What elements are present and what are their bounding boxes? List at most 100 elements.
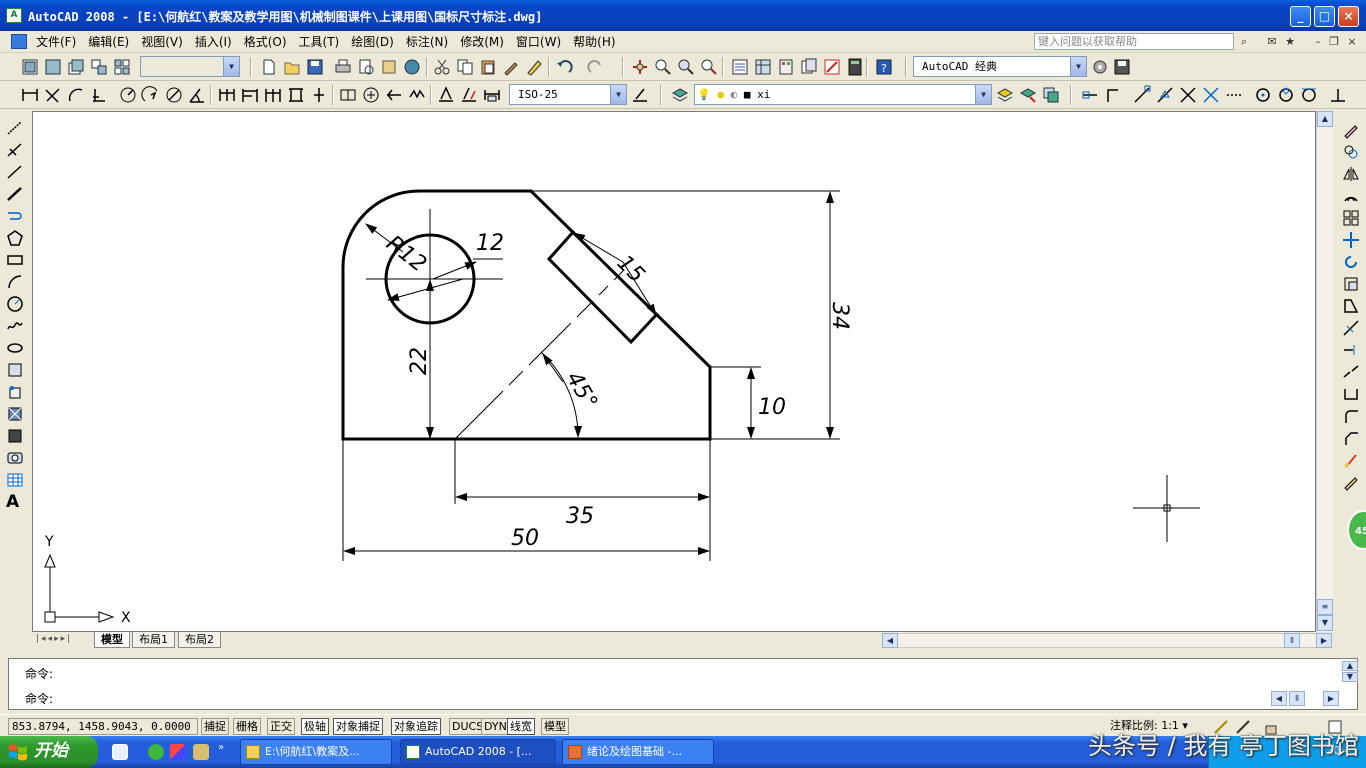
publish-icon[interactable]: [379, 57, 399, 77]
status-toggle-0[interactable]: 捕捉: [201, 718, 229, 735]
task-explorer[interactable]: E:\何航红\教案及...: [240, 739, 392, 765]
help-search-input[interactable]: 键入问题以获取帮助: [1034, 33, 1234, 50]
workspace-icon[interactable]: [66, 57, 86, 77]
ellipse-arc-icon[interactable]: [6, 361, 24, 379]
construction-line-icon[interactable]: [6, 141, 24, 159]
print-icon[interactable]: [333, 57, 353, 77]
snap-midpoint-icon[interactable]: [1155, 85, 1175, 105]
polyline-icon[interactable]: [6, 163, 24, 181]
markup-set-icon[interactable]: [822, 57, 842, 77]
layer-states-icon[interactable]: [1018, 85, 1038, 105]
tab-layout2[interactable]: 布局2: [178, 632, 221, 648]
menu-insert[interactable]: 插入(I): [189, 34, 238, 50]
menu-dimension[interactable]: 标注(N): [400, 34, 454, 50]
status-toggle-1[interactable]: 栅格: [233, 718, 261, 735]
command-window[interactable]: 命令: 命令: ▲ ▼ ◀ ⦀ ▶: [8, 658, 1358, 710]
menu-tools[interactable]: 工具(T): [293, 34, 346, 50]
aligned-dim-icon[interactable]: [43, 85, 63, 105]
chevron-right-icon[interactable]: »: [218, 742, 234, 758]
ellipse-icon[interactable]: [6, 339, 24, 357]
trim-icon[interactable]: [1342, 319, 1360, 337]
scroll-right-icon[interactable]: ▶: [1316, 633, 1332, 648]
drawing-canvas[interactable]: R12 12 15 34 22 45° 10 35 50 Y X: [32, 111, 1316, 632]
status-toggle-5[interactable]: 对象追踪: [391, 718, 441, 735]
menu-help[interactable]: 帮助(H): [567, 34, 621, 50]
doc-restore-button[interactable]: ❐: [1326, 34, 1342, 50]
workspace-save-icon[interactable]: [1112, 57, 1132, 77]
minimize-button[interactable]: _: [1290, 6, 1311, 27]
stretch-icon[interactable]: [1342, 297, 1360, 315]
redo-icon[interactable]: [586, 57, 606, 77]
angular-dim-icon[interactable]: [187, 85, 207, 105]
menu-view[interactable]: 视图(V): [135, 34, 189, 50]
scroll-thumb-h[interactable]: ⦀: [1284, 633, 1300, 648]
chamfer-icon[interactable]: [1342, 429, 1360, 447]
revision-cloud-icon[interactable]: [6, 317, 24, 335]
jogged-linear-icon[interactable]: [407, 85, 427, 105]
help-icon[interactable]: ?: [874, 57, 894, 77]
snap-quadrant-icon[interactable]: [1276, 85, 1296, 105]
maximize-button[interactable]: □: [1314, 6, 1335, 27]
copy-object-icon[interactable]: [1342, 143, 1360, 161]
drawing-svg[interactable]: R12 12 15 34 22 45° 10 35 50 Y X: [33, 112, 1316, 632]
plot-preview-icon[interactable]: [356, 57, 376, 77]
show-desktop-icon[interactable]: [112, 744, 128, 760]
arc-length-dim-icon[interactable]: [66, 85, 86, 105]
status-toggle-7[interactable]: DYN: [481, 718, 510, 735]
dim-space-icon[interactable]: [286, 85, 306, 105]
scroll-up-icon[interactable]: ▲: [1317, 111, 1333, 127]
arc-icon[interactable]: [6, 273, 24, 291]
line-icon[interactable]: [6, 119, 24, 137]
open-file-icon[interactable]: [282, 57, 302, 77]
task-powerpoint[interactable]: 绪论及绘图基础 -...: [562, 739, 714, 765]
menu-format[interactable]: 格式(O): [238, 34, 293, 50]
scroll-left-icon[interactable]: ◀: [882, 633, 898, 648]
dim-edit-icon[interactable]: [436, 85, 456, 105]
make-current-layer-icon[interactable]: [995, 85, 1015, 105]
dimstyle-manager-icon[interactable]: [630, 85, 650, 105]
center-mark-icon[interactable]: [361, 85, 381, 105]
layer-select[interactable]: 💡 ● ◐ ■ xi ▼: [694, 84, 992, 105]
snap-apparent-intersection-icon[interactable]: [1201, 85, 1221, 105]
insert-block-icon[interactable]: [6, 383, 24, 401]
snap-extension-icon[interactable]: [1224, 85, 1244, 105]
spline-curve-icon[interactable]: [6, 207, 24, 225]
favorites-star-icon[interactable]: ★: [1282, 34, 1298, 50]
offset-icon[interactable]: [1342, 187, 1360, 205]
layer-previous-icon[interactable]: [1041, 85, 1061, 105]
tab-model[interactable]: 模型: [94, 632, 130, 648]
polygon-icon[interactable]: [6, 229, 24, 247]
horizontal-scrollbar[interactable]: ◀ ⦀ ▶: [882, 633, 1332, 648]
workspace-icon[interactable]: [89, 57, 109, 77]
diameter-dim-icon[interactable]: [164, 85, 184, 105]
menu-file[interactable]: 文件(F): [30, 34, 82, 50]
status-toggle-8[interactable]: 线宽: [507, 718, 535, 735]
inspection-icon[interactable]: [384, 85, 404, 105]
dim-text-edit-icon[interactable]: [459, 85, 479, 105]
move-icon[interactable]: [1342, 231, 1360, 249]
dim-break-icon[interactable]: [309, 85, 329, 105]
menu-edit[interactable]: 编辑(E): [82, 34, 135, 50]
snap-endpoint-icon[interactable]: [1080, 85, 1100, 105]
cmd-scroll-left-icon[interactable]: ◀: [1271, 691, 1287, 706]
match-properties-icon[interactable]: [501, 57, 521, 77]
array-icon[interactable]: [1342, 209, 1360, 227]
snap-center-icon[interactable]: [1253, 85, 1273, 105]
tool-palettes-icon[interactable]: [776, 57, 796, 77]
pan-realtime-icon[interactable]: [630, 57, 650, 77]
status-toggle-4[interactable]: 对象捕捉: [333, 718, 383, 735]
close-button[interactable]: ×: [1338, 6, 1359, 27]
circle-icon[interactable]: [6, 295, 24, 313]
extend-icon[interactable]: [1342, 341, 1360, 359]
app-launcher-icon[interactable]: [193, 744, 209, 760]
jogged-dim-icon[interactable]: [141, 85, 161, 105]
cmd-scroll-up-icon[interactable]: ▲: [1342, 661, 1358, 671]
status-toggle-3[interactable]: 极轴: [301, 718, 329, 735]
sheet-set-icon[interactable]: [799, 57, 819, 77]
search-icon[interactable]: ⌕: [1236, 34, 1252, 50]
snap-perpendicular-icon[interactable]: [1328, 85, 1348, 105]
snap-endpoint-line-icon[interactable]: [1132, 85, 1152, 105]
cmd-scroll-down-icon[interactable]: ▼: [1342, 672, 1358, 682]
doc-minimize-button[interactable]: –: [1310, 34, 1326, 50]
rectangle-icon[interactable]: [6, 251, 24, 269]
